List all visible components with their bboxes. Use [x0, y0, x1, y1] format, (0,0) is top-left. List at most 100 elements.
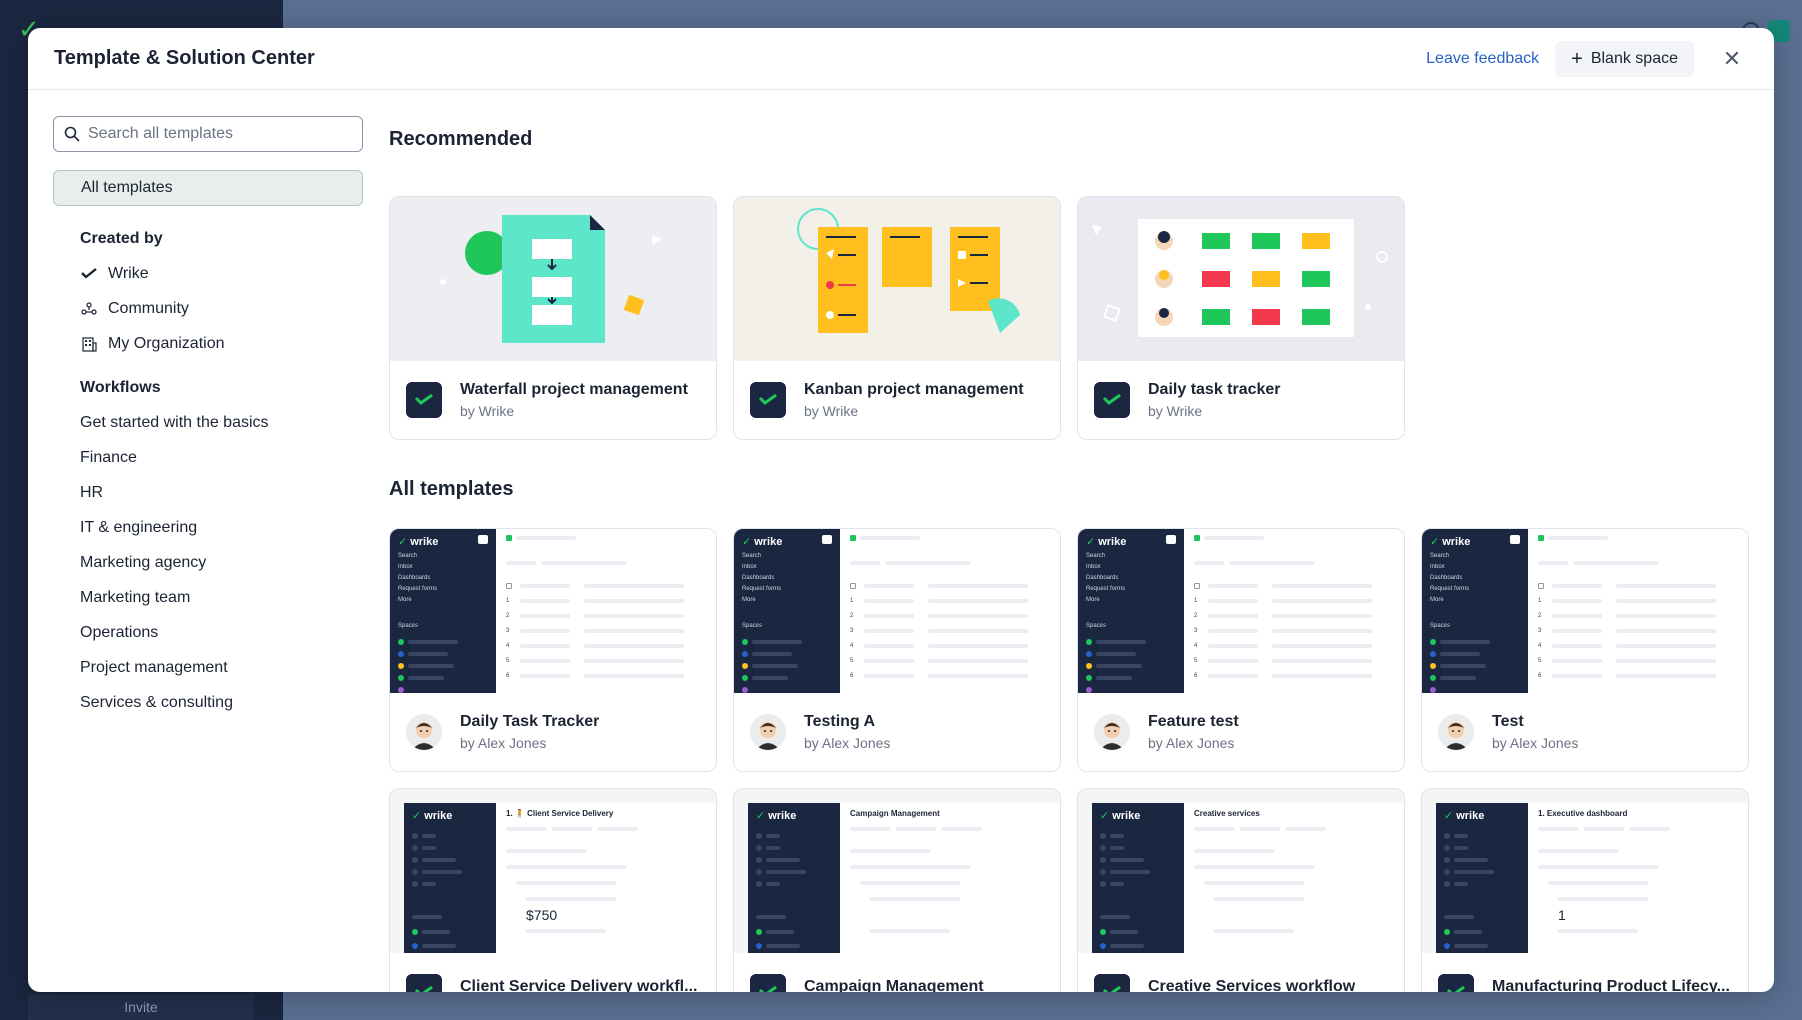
wrike-logo-icon: [750, 974, 786, 992]
blank-space-button[interactable]: + Blank space: [1555, 40, 1694, 77]
card-title: Test: [1492, 713, 1524, 730]
preview-main: 1. Executive dashboard 1: [1528, 803, 1748, 953]
author-avatar: [750, 714, 786, 750]
tracker-illustration: [1078, 197, 1404, 361]
card-author: by Wrike: [1148, 403, 1203, 419]
sidebar-item-hr[interactable]: HR: [53, 475, 363, 510]
search-icon: [64, 126, 80, 142]
wrike-logo-icon: [1094, 382, 1130, 418]
recommended-heading: Recommended: [389, 128, 533, 150]
preview-sidebar: ✓ wrike: [404, 803, 496, 953]
preview-main: 1. 🧍 Client Service Delivery $750: [496, 803, 716, 953]
template-preview: ✓ wrike Search Inbox Dashboards Request f…: [1078, 529, 1404, 693]
template-card-testing-a[interactable]: ✓ wrike Search Inbox Dashboards Request f…: [733, 528, 1061, 772]
template-card-feature-test[interactable]: ✓ wrike Search Inbox Dashboards Request f…: [1077, 528, 1405, 772]
preview-sidebar: ✓ wrike: [1436, 803, 1528, 953]
all-templates-heading: All templates: [389, 478, 514, 500]
search-box[interactable]: [53, 116, 363, 152]
preview-sidebar: ✓ wrike Search Inbox Dashboards Request f…: [1078, 529, 1184, 693]
card-title: Testing A: [804, 713, 876, 730]
wrike-logo-icon: [750, 382, 786, 418]
building-icon: [80, 335, 98, 353]
preview-sidebar: ✓ wrike Search Inbox Dashboards Request f…: [734, 529, 840, 693]
card-title: Waterfall project management: [460, 381, 688, 398]
template-card-daily-task-tracker[interactable]: ✓ wrike Search Inbox Dashboards Request f…: [389, 528, 717, 772]
card-author: by Alex Jones: [460, 735, 547, 751]
sidebar-item-marketing-team[interactable]: Marketing team: [53, 580, 363, 615]
preview-sidebar: ✓ wrike Search Inbox Dashboards Request f…: [1422, 529, 1528, 693]
card-author: by Wrike: [804, 403, 859, 419]
preview-sidebar: ✓ wrike: [748, 803, 840, 953]
template-preview: ✓ wrike 1. Executive dashboard 1: [1422, 789, 1748, 953]
preview-main: 1 2 3 4 5 6: [840, 529, 1060, 693]
card-author: by Alex Jones: [1492, 735, 1579, 751]
community-icon: [80, 300, 98, 318]
preview-main: 1 2 3 4 5 6: [496, 529, 716, 693]
kanban-illustration: [734, 197, 1060, 361]
author-avatar: [1094, 714, 1130, 750]
template-preview: ✓ wrike Campaign Management: [734, 789, 1060, 953]
modal-title: Template & Solution Center: [54, 47, 315, 69]
template-preview: ✓ wrike Search Inbox Dashboards Request f…: [390, 529, 716, 693]
preview-main: 1 2 3 4 5 6: [1184, 529, 1404, 693]
card-author: by Wrike: [460, 403, 515, 419]
created-by-heading: Created by: [80, 230, 163, 247]
template-card-creative-services[interactable]: ✓ wrike Creative services Creative Servi…: [1077, 788, 1405, 992]
preview-main: Campaign Management: [840, 803, 1060, 953]
wrike-logo-icon: [1438, 974, 1474, 992]
sidebar-item-basics[interactable]: Get started with the basics: [53, 405, 363, 440]
card-title: Manufacturing Product Lifecy...: [1492, 978, 1730, 992]
wrike-logo-icon: [406, 974, 442, 992]
plus-icon: +: [1571, 47, 1583, 70]
sidebar-item-project-management[interactable]: Project management: [53, 650, 363, 685]
sidebar-item-my-organization[interactable]: My Organization: [53, 326, 363, 361]
template-preview: ✓ wrike Search Inbox Dashboards Request f…: [734, 529, 1060, 693]
card-author: by Alex Jones: [804, 735, 891, 751]
wrike-check-icon: [80, 265, 98, 283]
template-preview: ✓ wrike 1. 🧍 Client Service Delivery $750: [390, 789, 716, 953]
card-title: Daily task tracker: [1148, 381, 1281, 398]
sidebar-item-finance[interactable]: Finance: [53, 440, 363, 475]
template-card-kanban[interactable]: Kanban project management by Wrike: [733, 196, 1061, 440]
template-card-daily-tracker[interactable]: Daily task tracker by Wrike: [1077, 196, 1405, 440]
template-card-test[interactable]: ✓ wrike Search Inbox Dashboards Request f…: [1421, 528, 1749, 772]
card-title: Feature test: [1148, 713, 1239, 730]
template-card-waterfall[interactable]: Waterfall project management by Wrike: [389, 196, 717, 440]
preview-main: Creative services: [1184, 803, 1404, 953]
sidebar-item-wrike[interactable]: Wrike: [53, 256, 363, 291]
background-invite-button: Invite: [28, 994, 254, 1020]
template-card-manufacturing[interactable]: ✓ wrike 1. Executive dashboard 1 Manufac…: [1421, 788, 1749, 992]
sidebar-item-operations[interactable]: Operations: [53, 615, 363, 650]
template-preview: ✓ wrike Creative services: [1078, 789, 1404, 953]
preview-sidebar: ✓ wrike: [1092, 803, 1184, 953]
sidebar-item-community[interactable]: Community: [53, 291, 363, 326]
workflows-heading: Workflows: [80, 379, 161, 396]
filter-panel: All templates Created by Wrike Community…: [53, 116, 363, 720]
search-input[interactable]: [88, 125, 352, 143]
modal-header: Template & Solution Center Leave feedbac…: [28, 28, 1774, 90]
author-avatar: [406, 714, 442, 750]
card-title: Creative Services workflow: [1148, 978, 1356, 992]
author-avatar: [1438, 714, 1474, 750]
template-center-modal: Template & Solution Center Leave feedbac…: [28, 28, 1774, 992]
card-author: by Alex Jones: [1148, 735, 1235, 751]
preview-sidebar: ✓ wrike Search Inbox Dashboards Request f…: [390, 529, 496, 693]
waterfall-illustration: [390, 197, 716, 361]
card-title: Client Service Delivery workfl...: [460, 978, 698, 992]
card-title: Daily Task Tracker: [460, 713, 600, 730]
wrike-logo-icon: [406, 382, 442, 418]
wrike-logo-icon: [1094, 974, 1130, 992]
template-card-campaign-management[interactable]: ✓ wrike Campaign Management Campaign Man…: [733, 788, 1061, 992]
template-card-client-service-delivery[interactable]: ✓ wrike 1. 🧍 Client Service Delivery $750: [389, 788, 717, 992]
sidebar-item-marketing-agency[interactable]: Marketing agency: [53, 545, 363, 580]
card-title: Kanban project management: [804, 381, 1024, 398]
template-gallery: Recommended Waterfall project management…: [389, 90, 1774, 992]
sidebar-item-services-consulting[interactable]: Services & consulting: [53, 685, 363, 720]
preview-main: 1 2 3 4 5 6: [1528, 529, 1748, 693]
sidebar-item-it-engineering[interactable]: IT & engineering: [53, 510, 363, 545]
card-title: Campaign Management: [804, 978, 984, 992]
sidebar-item-all-templates[interactable]: All templates: [53, 170, 363, 206]
close-icon[interactable]: ✕: [1716, 43, 1748, 75]
template-preview: ✓ wrike Search Inbox Dashboards Request f…: [1422, 529, 1748, 693]
leave-feedback-link[interactable]: Leave feedback: [1426, 50, 1539, 68]
